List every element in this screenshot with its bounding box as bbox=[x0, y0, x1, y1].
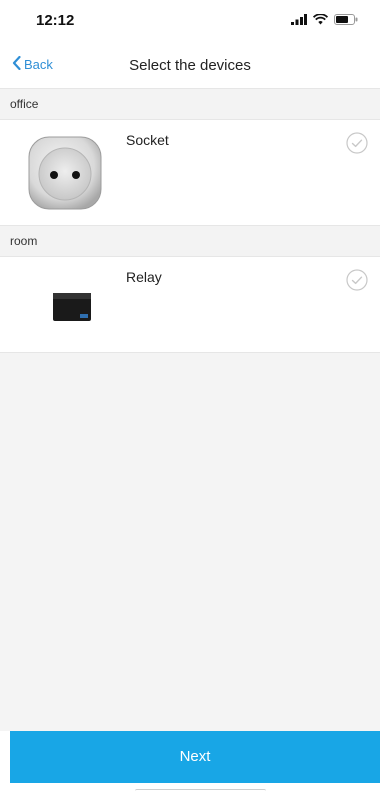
empty-list-area bbox=[0, 352, 380, 731]
check-circle-icon[interactable] bbox=[346, 132, 368, 154]
device-name-relay: Relay bbox=[126, 269, 162, 285]
status-icons bbox=[291, 12, 358, 30]
status-bar: 12:12 bbox=[0, 0, 380, 44]
device-row-socket[interactable]: Socket bbox=[0, 120, 380, 220]
device-name-socket: Socket bbox=[126, 132, 169, 148]
section-header-room: room bbox=[0, 225, 380, 257]
wifi-icon bbox=[312, 12, 329, 30]
device-row-relay[interactable]: Relay bbox=[0, 257, 380, 352]
socket-image bbox=[26, 134, 104, 217]
page-title: Select the devices bbox=[129, 57, 251, 74]
section-header-office: office bbox=[0, 88, 380, 120]
check-circle-icon[interactable] bbox=[346, 269, 368, 291]
next-button[interactable]: Next bbox=[10, 731, 380, 783]
battery-icon bbox=[334, 12, 358, 30]
status-time: 12:12 bbox=[36, 12, 75, 29]
nav-bar: Back Select the devices bbox=[0, 44, 380, 88]
relay-image bbox=[52, 292, 92, 327]
signal-icon bbox=[291, 12, 307, 30]
home-indicator bbox=[135, 789, 266, 793]
